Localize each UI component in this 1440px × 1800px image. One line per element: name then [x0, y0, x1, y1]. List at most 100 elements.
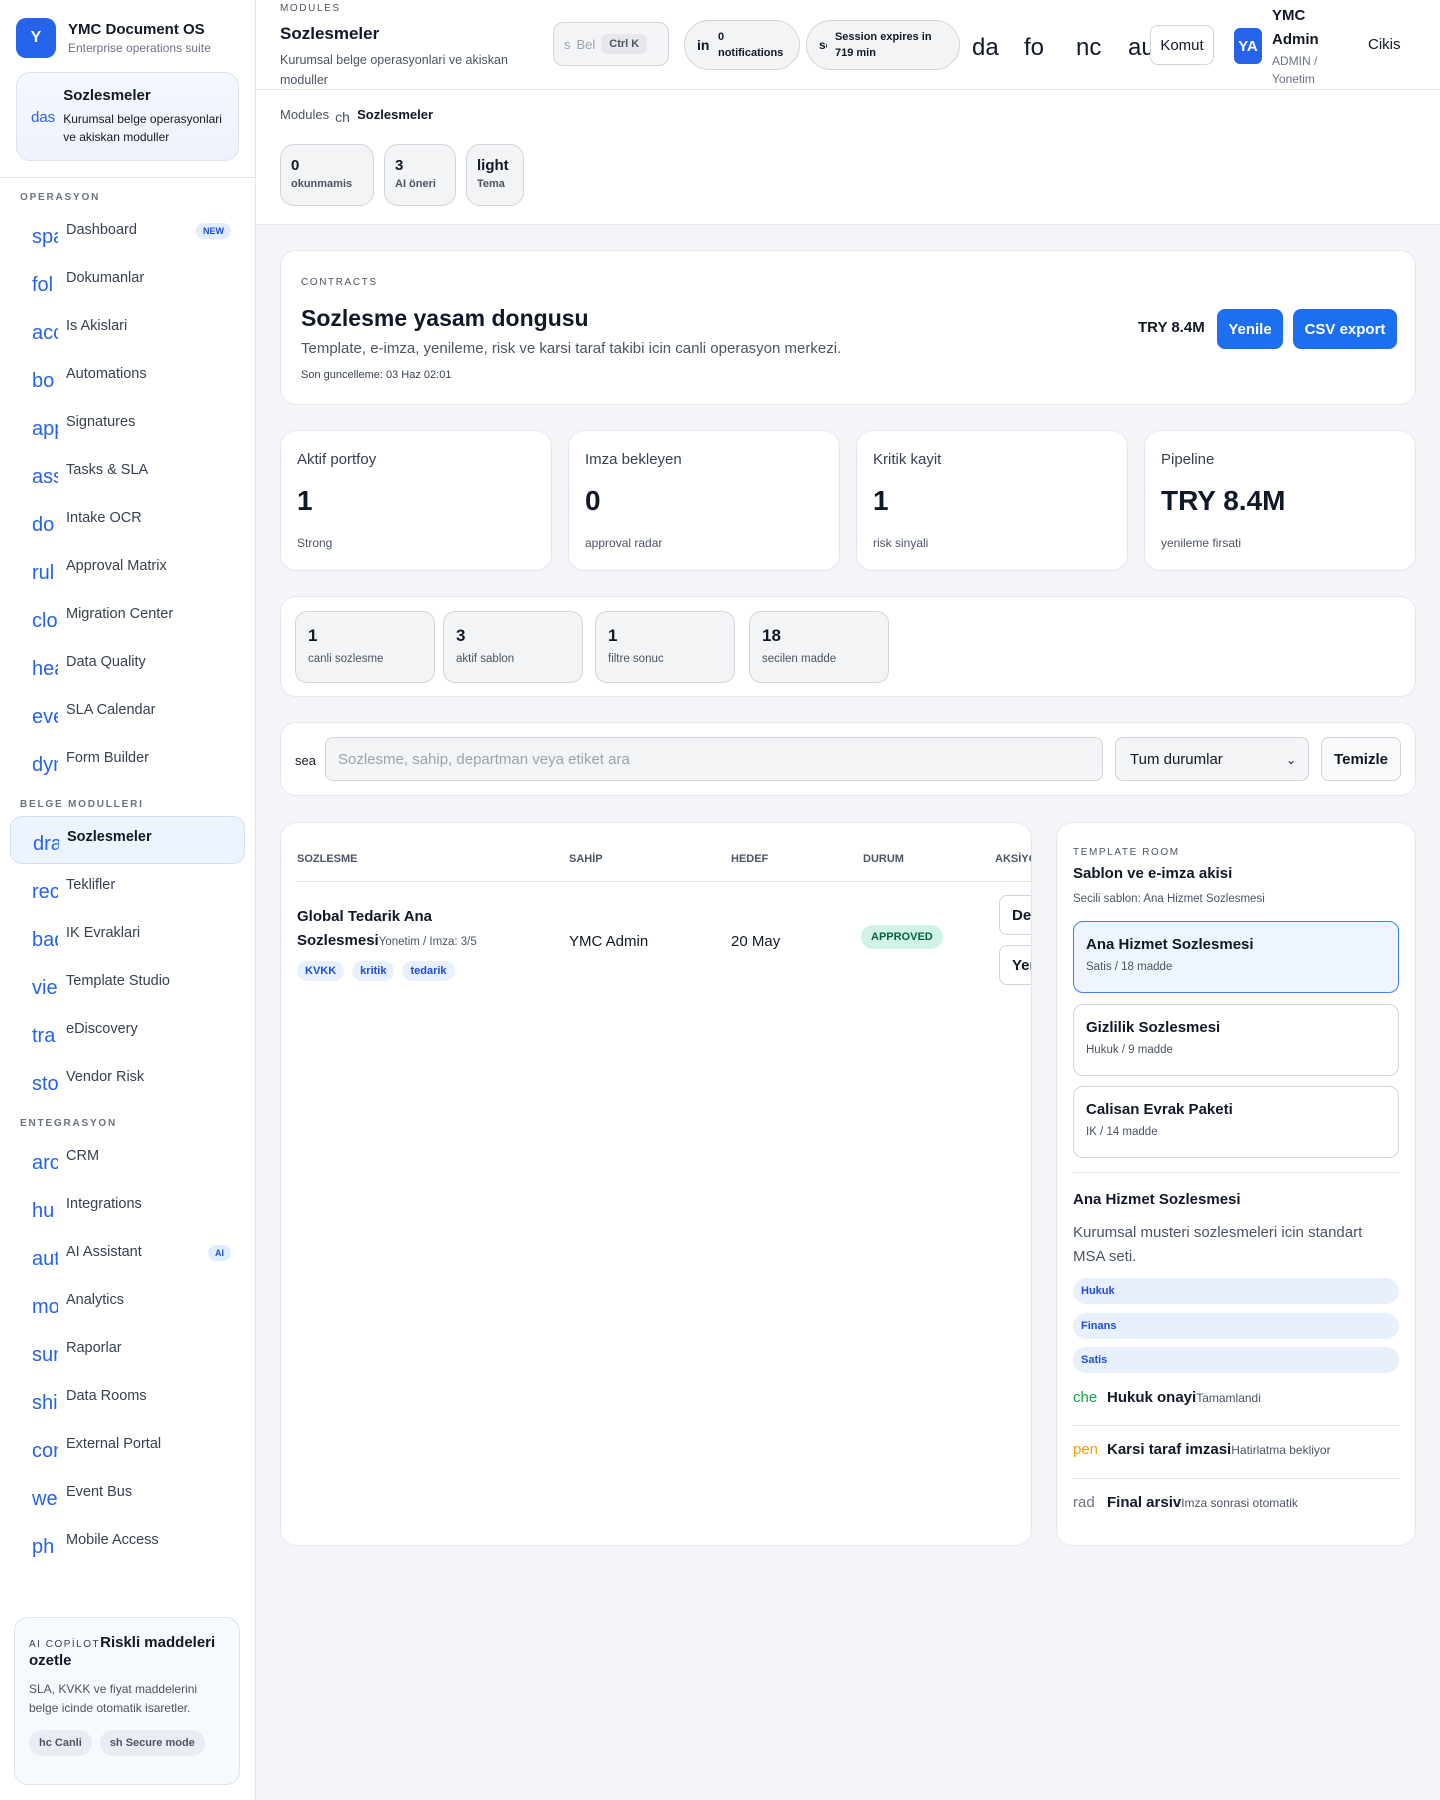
template-option[interactable]: Ana Hizmet Sozlesmesi Satis / 18 madde [1073, 921, 1399, 993]
sidebar-item-vendor-risk[interactable]: sto Vendor Risk [10, 1056, 245, 1104]
copilot-text: SLA, KVKK ve fiyat maddelerini belge ici… [29, 1682, 198, 1715]
csv-export-button[interactable]: CSV export [1293, 309, 1397, 349]
dashboard-icon: spa [32, 225, 58, 248]
live-pill[interactable]: hc Canli [29, 1730, 92, 1756]
sidebar-item-intake-ocr[interactable]: do Intake OCR [10, 497, 245, 545]
kpi-value: 1 [297, 485, 313, 516]
clear-button[interactable]: Temizle [1321, 737, 1401, 781]
global-search[interactable]: s Bel Ctrl K [553, 22, 669, 66]
template-name: Gizlilik Sozlesmesi [1086, 1019, 1221, 1036]
dark-mode-icon[interactable]: da [972, 34, 1002, 62]
stat-value: 1 [308, 626, 318, 645]
sidebar-item-migration-center[interactable]: clo Migration Center [10, 593, 245, 641]
theme-toggle[interactable]: light Tema [466, 144, 524, 206]
chevron-right-icon: ch [335, 109, 350, 125]
notifications-icon[interactable]: nc [1076, 34, 1106, 62]
stat-label: filtre sonuc [608, 653, 664, 665]
icon-button-group: da fo nc au [972, 34, 1158, 62]
portfolio-amount: TRY 8.4M [1138, 319, 1205, 336]
sidebar-item-approval-matrix[interactable]: rul Approval Matrix [10, 545, 245, 593]
logout-button[interactable]: Cikis [1368, 36, 1401, 53]
breadcrumb: Modules ch Sozlesmeler [280, 103, 433, 126]
sidebar-item-form-builder[interactable]: dyn Form Builder [10, 737, 245, 785]
focus-icon[interactable]: fo [1024, 34, 1054, 62]
sidebar-item-is-akislari[interactable]: acc Is Akislari [10, 305, 245, 353]
column-header[interactable]: AKSİYON [995, 853, 1031, 865]
divider [1073, 1172, 1399, 1173]
sidebar-item-automations[interactable]: bo Automations [10, 353, 245, 401]
refresh-button[interactable]: Yenile [1217, 309, 1283, 349]
sla-calendar-icon: eve [32, 705, 58, 728]
sidebar-item-label: Form Builder [66, 750, 149, 766]
sidebar-item-label: Mobile Access [66, 1532, 159, 1548]
workflow-step: rad Final arsiv Imza sonrasi otomatik [1073, 1494, 1399, 1511]
contract-search-input[interactable]: Sozlesme, sahip, departman veya etiket a… [325, 737, 1103, 781]
migration-center-icon: clo [32, 609, 58, 632]
sidebar-item-teklifler[interactable]: rec Teklifler [10, 864, 245, 912]
sidebar-item-event-bus[interactable]: we Event Bus [10, 1471, 245, 1519]
sidebar-item-raporlar[interactable]: sum Raporlar [10, 1327, 245, 1375]
breadcrumb-root[interactable]: Modules [280, 107, 329, 122]
sidebar-item-sozlesmeler[interactable]: dra Sozlesmeler [10, 816, 245, 864]
status-select[interactable]: Tum durumlar ⌄ [1115, 737, 1309, 781]
contract-name[interactable]: Global Tedarik Ana SozlesmesiYonetim / I… [297, 905, 517, 954]
secure-mode-pill[interactable]: sh Secure mode [99, 1730, 205, 1756]
notifications-text: 0 notifications [717, 31, 784, 59]
kpi-label: Aktif portfoy [297, 451, 377, 468]
sidebar-item-data-rooms[interactable]: shi Data Rooms [10, 1375, 245, 1423]
sidebar-item-integrations[interactable]: hu Integrations [10, 1183, 245, 1231]
mobile-access-icon: ph [32, 1535, 55, 1558]
sidebar-item-crm[interactable]: arc CRM [10, 1135, 245, 1183]
user-role: ADMIN / Yonetim [1272, 54, 1318, 86]
sidebar-item-label: Dokumanlar [66, 270, 145, 286]
sidebar-item-label: eDiscovery [66, 1021, 138, 1037]
sidebar-item-label: Teklifler [66, 877, 116, 893]
search-placeholder[interactable]: Bel [577, 37, 596, 52]
template-option[interactable]: Gizlilik Sozlesmesi Hukuk / 9 madde [1073, 1004, 1399, 1076]
column-header[interactable]: SOZLESME [297, 853, 358, 865]
radio-icon: rad [1073, 1494, 1095, 1511]
avatar[interactable]: YA [1234, 28, 1262, 64]
inbox-icon: in [697, 37, 710, 53]
sidebar-item-label: Data Quality [66, 654, 146, 670]
stat-label: secilen madde [762, 653, 837, 665]
column-header[interactable]: HEDEF [731, 853, 768, 865]
command-button[interactable]: Komut [1150, 25, 1214, 65]
sidebar-item-tasks-sla[interactable]: ass Tasks & SLA [10, 449, 245, 497]
intake-ocr-icon: do [32, 513, 55, 536]
sidebar-item-template-studio[interactable]: vie Template Studio [10, 960, 245, 1008]
stat-active-templates: 3 aktif sablon [443, 611, 583, 683]
sidebar-item-ediscovery[interactable]: tra eDiscovery [10, 1008, 245, 1056]
sidebar-item-label: Raporlar [66, 1340, 122, 1356]
topbar-kicker: MODULES [280, 3, 341, 14]
column-header[interactable]: DURUM [863, 853, 904, 865]
sidebar-item-dokumanlar[interactable]: fol Dokumanlar [10, 257, 245, 305]
brand-subtitle: Enterprise operations suite [68, 41, 211, 55]
pending-icon: pen [1073, 1441, 1099, 1458]
kpi-label: Imza bekleyen [585, 451, 682, 468]
context-card[interactable]: das Sozlesmeler Kurumsal belge operasyon… [16, 72, 239, 161]
search-icon: s [564, 36, 571, 52]
sidebar-item-signatures[interactable]: app Signatures [10, 401, 245, 449]
sidebar-item-ik-evraklari[interactable]: bad IK Evraklari [10, 912, 245, 960]
sidebar-item-label: Template Studio [66, 973, 170, 989]
notifications-chip[interactable]: in 0 notifications [684, 20, 800, 70]
sidebar-item-external-portal[interactable]: con External Portal [10, 1423, 245, 1471]
sidebar-item-label: Signatures [66, 414, 136, 430]
sidebar-item-mobile-access[interactable]: ph Mobile Access [10, 1519, 245, 1567]
sidebar-item-sla-calendar[interactable]: eve SLA Calendar [10, 689, 245, 737]
sidebar-item-ai-assistant[interactable]: aut AI Assistant AI [10, 1231, 245, 1279]
column-header[interactable]: SAHİP [569, 853, 603, 865]
sidebar-item-analytics[interactable]: mo Analytics [10, 1279, 245, 1327]
detail-button[interactable]: Detay [999, 895, 1031, 935]
ai-suggestions-stat: 3 AI öneri [384, 144, 456, 206]
renew-button[interactable]: Yenile [999, 945, 1031, 985]
sidebar-item-dashboard[interactable]: spa Dashboard NEW [10, 209, 245, 257]
unread-label: okunmamis [291, 178, 353, 190]
kpi-value: TRY 8.4M [1161, 485, 1286, 516]
template-option[interactable]: Calisan Evrak Paketi IK / 14 madde [1073, 1086, 1399, 1158]
sidebar-item-data-quality[interactable]: hea Data Quality [10, 641, 245, 689]
unread-stat: 0 okunmamis [280, 144, 374, 206]
sidebar: Y YMC Document OS Enterprise operations … [0, 0, 256, 1800]
sidebar-item-label: SLA Calendar [66, 702, 156, 718]
